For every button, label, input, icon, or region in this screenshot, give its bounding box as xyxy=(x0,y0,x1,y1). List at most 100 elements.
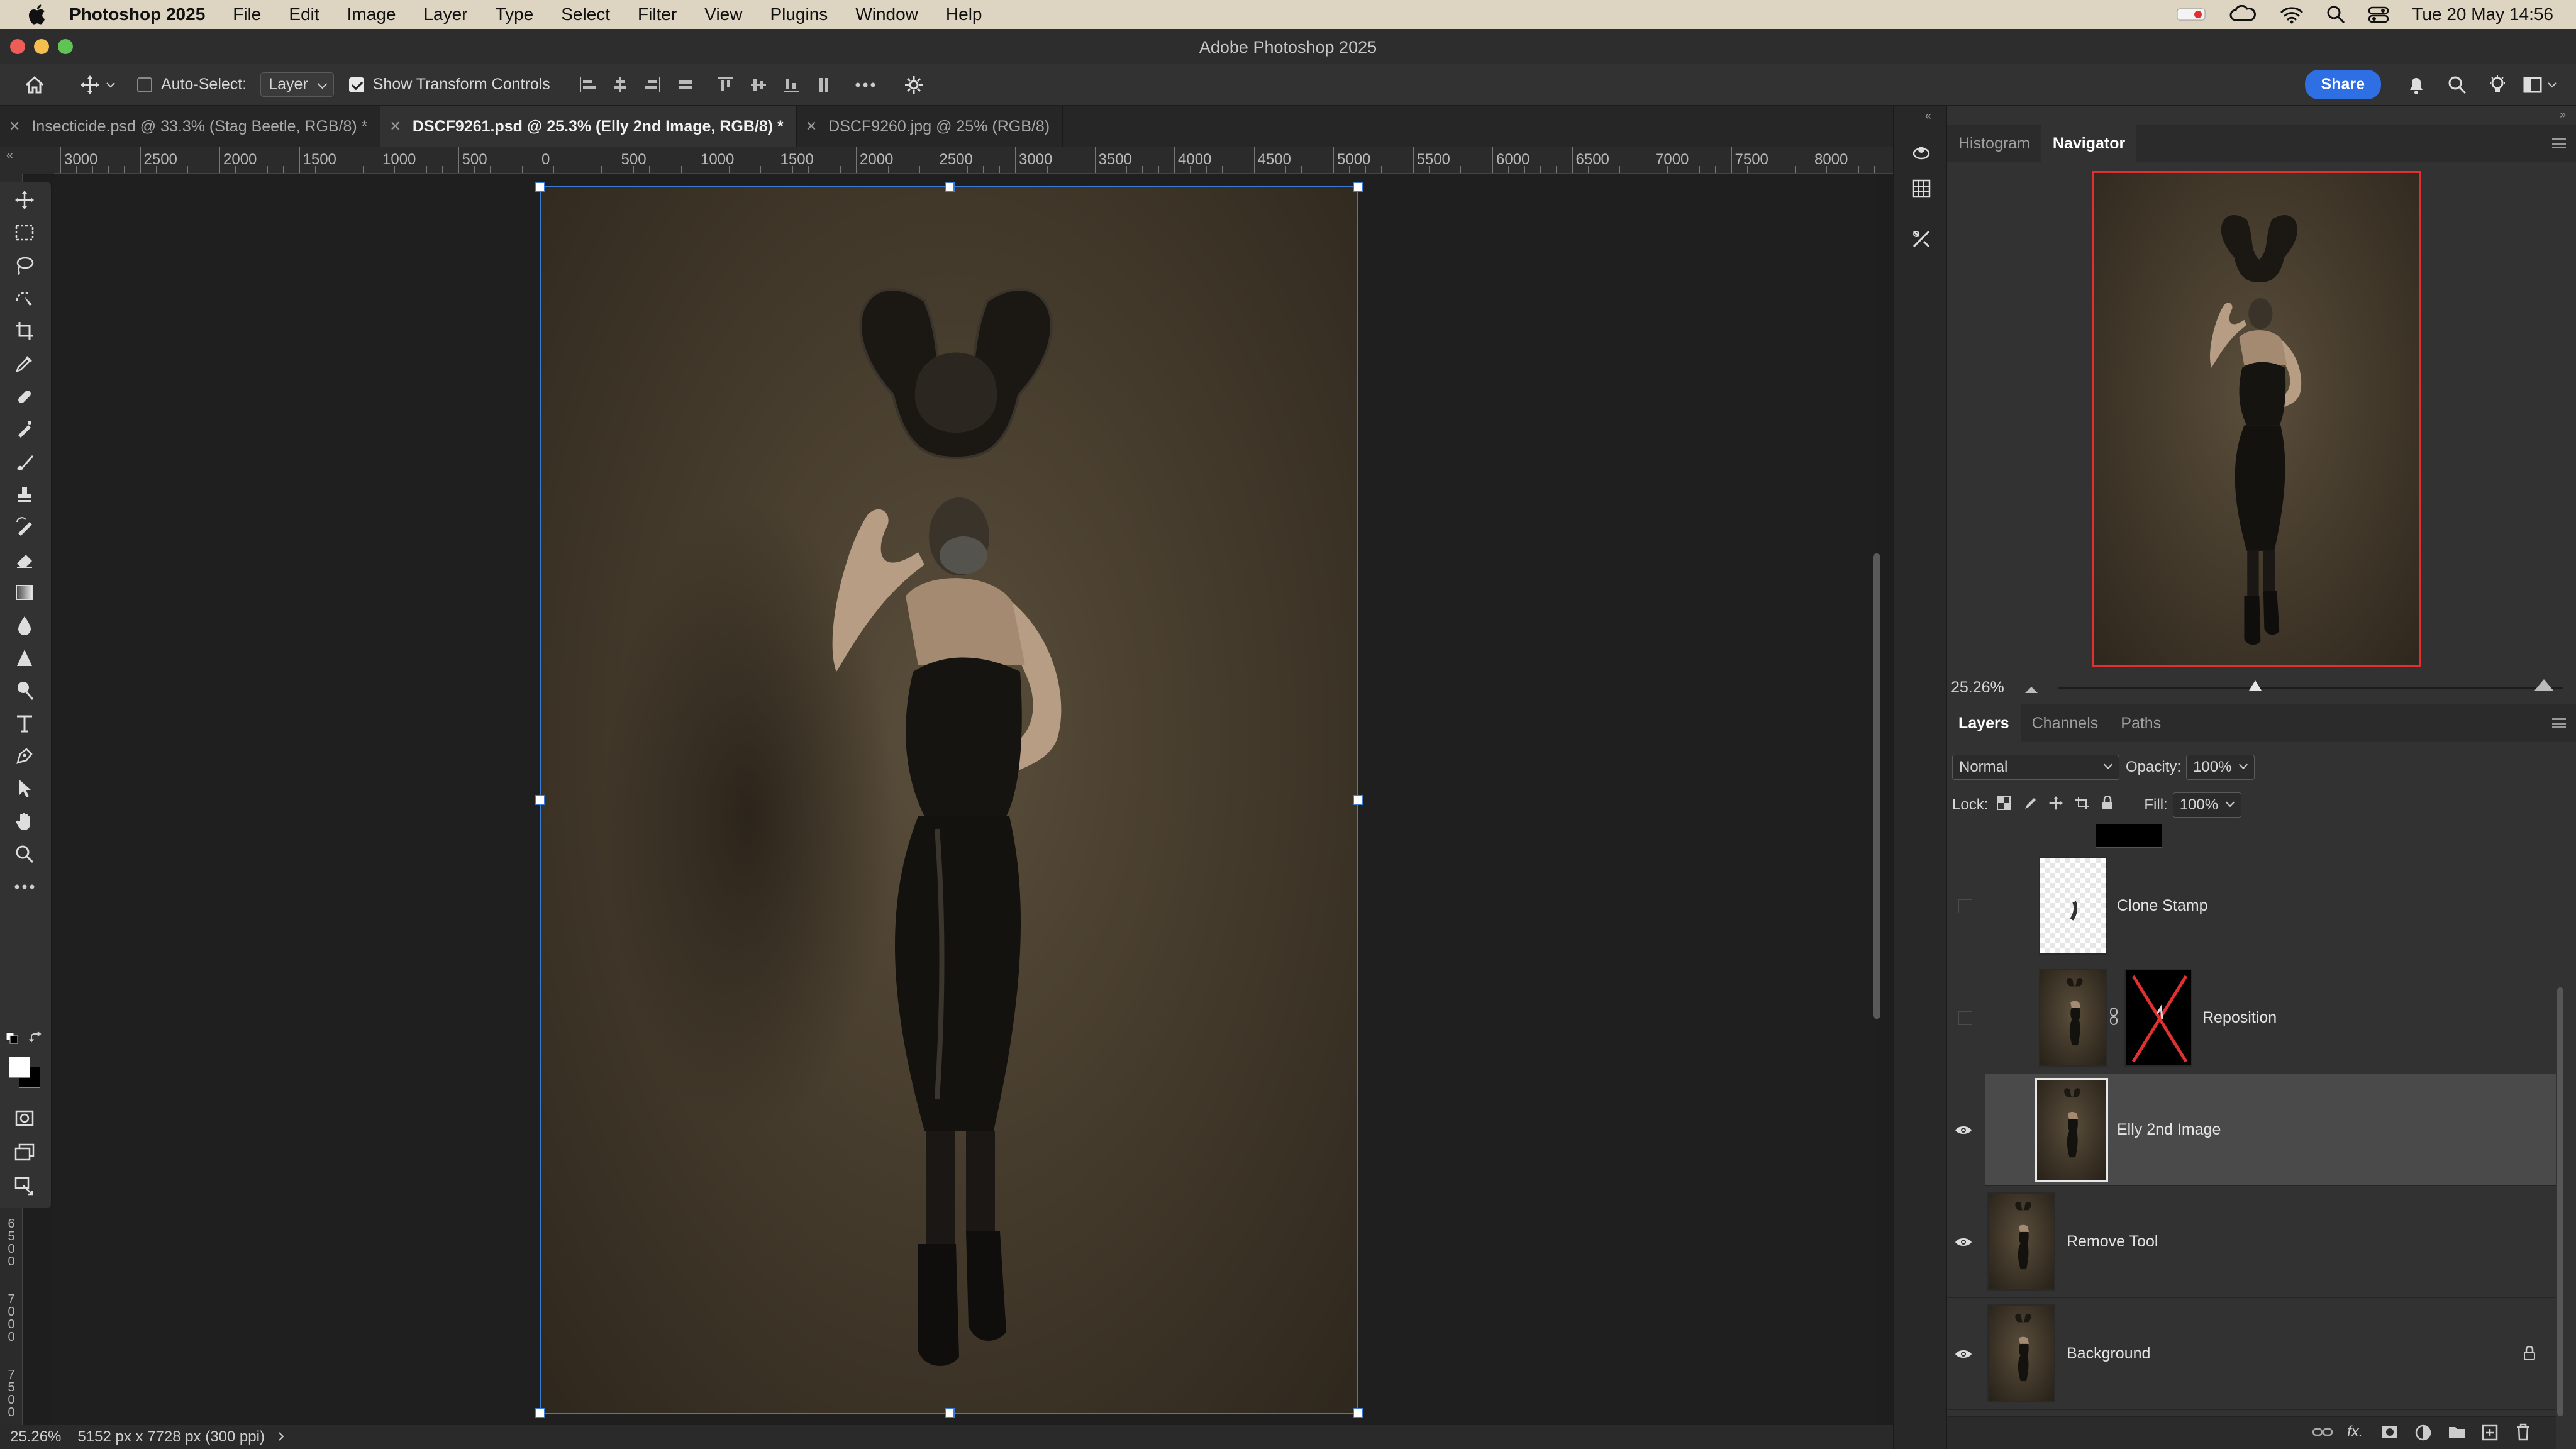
menu-filter[interactable]: Filter xyxy=(638,4,677,25)
panel-menu-icon[interactable] xyxy=(2552,718,2566,728)
new-group-folder-icon[interactable] xyxy=(2448,1424,2467,1443)
foreground-color-swatch[interactable] xyxy=(9,1057,30,1078)
path-selection-tool-icon[interactable] xyxy=(9,775,40,802)
gradient-tool-icon[interactable] xyxy=(9,579,40,606)
align-top-icon[interactable] xyxy=(716,75,735,94)
layer-lock-icon[interactable] xyxy=(2523,1345,2536,1365)
chevron-down-icon[interactable] xyxy=(106,81,116,89)
workspace-chevron-icon[interactable] xyxy=(2547,81,2557,89)
collapse-panels-icon[interactable]: « xyxy=(1925,109,1931,123)
align-center-icon[interactable] xyxy=(611,75,630,94)
menu-file[interactable]: File xyxy=(233,4,261,25)
align-right-icon[interactable] xyxy=(643,75,662,94)
tab-histogram[interactable]: Histogram xyxy=(1947,125,2041,162)
marquee-tool-icon[interactable] xyxy=(9,219,40,247)
home-icon[interactable] xyxy=(24,75,45,95)
layer-row-clone-stamp[interactable]: Clone Stamp xyxy=(1947,850,2556,962)
fill-field[interactable]: 100% xyxy=(2172,792,2242,818)
transform-bounding-box[interactable] xyxy=(535,182,1363,1418)
adjustment-layer-icon[interactable] xyxy=(2415,1424,2431,1444)
layer-name[interactable]: Elly 2nd Image xyxy=(2117,1121,2221,1139)
align-bottom-icon[interactable] xyxy=(782,75,801,94)
doc-tab-insecticide[interactable]: ✕ Insecticide.psd @ 33.3% (Stag Beetle, … xyxy=(0,106,381,147)
clone-stamp-tool-icon[interactable] xyxy=(9,480,40,508)
adjustments-tools-icon[interactable] xyxy=(1910,228,1933,250)
learn-panel-icon[interactable] xyxy=(1910,141,1933,164)
show-transform-controls-checkbox[interactable]: Show Transform Controls xyxy=(348,75,550,94)
auto-select-check-box[interactable] xyxy=(137,77,152,92)
align-left-icon[interactable] xyxy=(578,75,597,94)
transform-handle-top-left[interactable] xyxy=(535,182,545,192)
navigator-zoom-slider-knob[interactable] xyxy=(2248,680,2262,691)
doc-tab-dscf9260[interactable]: ✕ DSCF9260.jpg @ 25% (RGB/8) xyxy=(797,106,1063,147)
menu-edit[interactable]: Edit xyxy=(289,4,319,25)
transform-handle-right[interactable] xyxy=(1353,795,1363,805)
spot-healing-brush-icon[interactable] xyxy=(9,382,40,410)
layer-effects-fx-icon[interactable]: fx. xyxy=(2347,1423,2363,1441)
eye-visibility-icon[interactable] xyxy=(1955,1121,1972,1139)
swap-colors-icon[interactable] xyxy=(29,1031,43,1047)
layer-row-remove-tool[interactable]: Remove Tool xyxy=(1947,1186,2556,1298)
dodge-tool-icon[interactable] xyxy=(9,677,40,704)
menu-window[interactable]: Window xyxy=(855,4,918,25)
menu-plugins[interactable]: Plugins xyxy=(770,4,828,25)
pen-tool-icon[interactable] xyxy=(9,742,40,770)
add-layer-mask-icon[interactable] xyxy=(2381,1424,2399,1443)
navigator-preview[interactable] xyxy=(2092,171,2421,667)
opacity-field[interactable]: 100% xyxy=(2186,755,2255,780)
menu-layer[interactable]: Layer xyxy=(423,4,467,25)
default-colors-icon[interactable] xyxy=(5,1031,20,1047)
blur-tool-icon[interactable] xyxy=(9,611,40,639)
horizontal-ruler[interactable]: 3000 2500 2000 1500 1000 500 0 500 1000 1500 2000 2… xyxy=(54,147,1893,174)
creative-cloud-icon[interactable] xyxy=(2229,5,2257,24)
layer-row-reposition[interactable]: Reposition xyxy=(1947,962,2556,1074)
layer-visibility-toggle[interactable] xyxy=(1958,1011,1972,1025)
tab-layers[interactable]: Layers xyxy=(1947,704,2021,742)
collapse-right-dock-icon[interactable]: » xyxy=(2560,108,2566,121)
menubar-clock[interactable]: Tue 20 May 14:56 xyxy=(2412,4,2553,25)
wifi-icon[interactable] xyxy=(2280,5,2304,24)
screen-mode-icon[interactable] xyxy=(9,1138,40,1166)
close-tab-icon[interactable]: ✕ xyxy=(9,118,20,135)
discover-lightbulb-icon[interactable] xyxy=(2488,75,2507,95)
partial-layer-thumbnail[interactable] xyxy=(2096,824,2162,848)
quick-mask-icon[interactable] xyxy=(9,1104,40,1132)
type-tool-icon[interactable] xyxy=(9,709,40,737)
app-name-menu[interactable]: Photoshop 2025 xyxy=(69,4,205,25)
lock-transparent-pixels-icon[interactable] xyxy=(1997,796,2011,814)
zoom-tool-icon[interactable] xyxy=(9,840,40,868)
workspace-layout-icon[interactable] xyxy=(2523,76,2543,94)
layer-row-background[interactable]: Background xyxy=(1947,1298,2556,1410)
move-tool-preset-icon[interactable] xyxy=(79,74,101,96)
navigator-zoom-slider[interactable] xyxy=(2058,680,2563,691)
close-tab-icon[interactable]: ✕ xyxy=(806,118,817,135)
mask-link-chain-icon[interactable] xyxy=(2109,1008,2118,1030)
tab-channels[interactable]: Channels xyxy=(2021,704,2110,742)
hand-tool-icon[interactable] xyxy=(9,808,40,835)
notifications-bell-icon[interactable] xyxy=(2407,75,2425,95)
more-options-icon[interactable] xyxy=(855,82,876,88)
distribute-vertical-icon[interactable] xyxy=(676,75,695,94)
doc-tab-dscf9261[interactable]: ✕ DSCF9261.psd @ 25.3% (Elly 2nd Image, … xyxy=(380,106,797,147)
lock-all-icon[interactable] xyxy=(2101,795,2114,815)
lock-position-icon[interactable] xyxy=(2048,796,2063,815)
recording-indicator-icon[interactable] xyxy=(2177,6,2207,23)
align-middle-icon[interactable] xyxy=(749,75,768,94)
menu-image[interactable]: Image xyxy=(347,4,396,25)
control-center-icon[interactable] xyxy=(2368,6,2389,23)
link-layers-icon[interactable] xyxy=(2312,1424,2333,1443)
layer-mask-thumbnail[interactable] xyxy=(2124,969,2192,1067)
properties-grid-icon[interactable] xyxy=(1910,177,1933,200)
panel-menu-icon[interactable] xyxy=(2552,138,2566,148)
canvas-vertical-scrollbar[interactable] xyxy=(1873,553,1880,1019)
transform-handle-bottom[interactable] xyxy=(945,1408,955,1418)
lock-artboard-icon[interactable] xyxy=(2075,796,2090,814)
new-layer-icon[interactable] xyxy=(2482,1424,2498,1444)
tab-paths[interactable]: Paths xyxy=(2109,704,2172,742)
crop-tool-icon[interactable] xyxy=(9,317,40,345)
transform-handle-top-right[interactable] xyxy=(1353,182,1363,192)
brush-tool-icon[interactable] xyxy=(9,448,40,475)
menu-select[interactable]: Select xyxy=(561,4,610,25)
auto-select-checkbox[interactable]: Auto-Select: xyxy=(137,75,247,94)
transform-handle-bottom-right[interactable] xyxy=(1353,1408,1363,1418)
